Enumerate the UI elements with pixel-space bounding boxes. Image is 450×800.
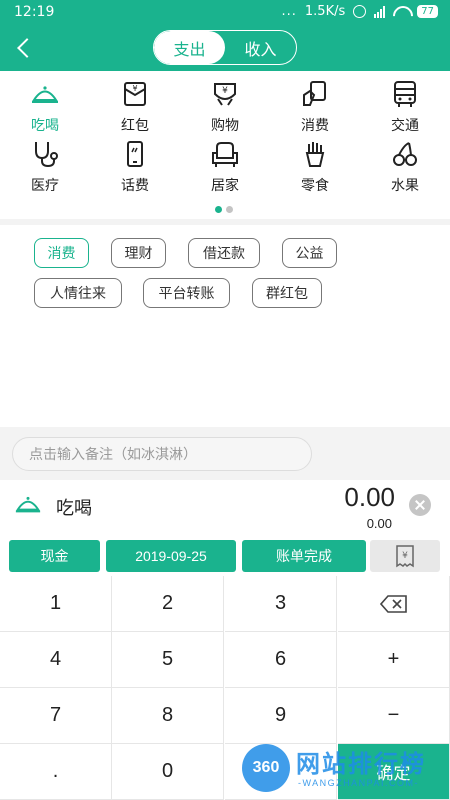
category-home[interactable]: 居家 [190, 133, 260, 194]
category-label: 医疗 [31, 178, 59, 194]
signal-icon [374, 5, 386, 18]
amount-subtotal: 0.00 [366, 516, 392, 531]
category-label: 消费 [301, 118, 329, 134]
category-label: 水果 [391, 178, 419, 194]
category-label: 购物 [211, 118, 239, 134]
app-header: 12:19 ... 1.5K/s 77 支出 收入 [0, 0, 450, 71]
dot-key[interactable]: . [0, 744, 112, 800]
tag-social-gifts[interactable]: 人情往来 [34, 278, 122, 308]
fries-icon [300, 139, 330, 169]
key-7[interactable]: 7 [0, 688, 112, 744]
category-label: 红包 [121, 118, 149, 134]
clear-amount-button[interactable] [409, 494, 431, 516]
tag-consumption[interactable]: 消费 [34, 238, 89, 268]
battery-icon: 77 [417, 5, 438, 18]
back-button[interactable] [12, 36, 36, 60]
alarm-icon [353, 5, 367, 18]
wifi-icon [393, 6, 409, 18]
note-input[interactable]: 点击输入备注（如冰淇淋） [12, 437, 312, 471]
date-button[interactable]: 2019-09-25 [106, 540, 236, 572]
bus-icon [390, 79, 420, 109]
page-dot [226, 206, 233, 213]
key-8[interactable]: 8 [112, 688, 224, 744]
backspace-key[interactable] [338, 576, 450, 632]
key-3[interactable]: 3 [225, 576, 337, 632]
category-food[interactable]: 吃喝 [10, 73, 80, 134]
tag-loan[interactable]: 借还款 [188, 238, 260, 268]
notification-dots: ... [281, 4, 297, 19]
amount-row: 吃喝 0.00 0.00 [0, 480, 450, 536]
red-packet-icon: ¥ [120, 79, 150, 109]
page-dot-active [215, 206, 222, 213]
receipt-icon: ¥ [396, 545, 414, 568]
food-cover-icon [14, 490, 42, 518]
category-phone-bill[interactable]: 话费 [100, 133, 170, 194]
status-bar: 12:19 ... 1.5K/s 77 [0, 0, 450, 26]
category-label: 居家 [211, 178, 239, 194]
shopping-bag-icon: ¥ [210, 79, 240, 109]
key-9[interactable]: 9 [225, 688, 337, 744]
category-label: 交通 [391, 118, 419, 134]
category-label: 吃喝 [31, 118, 59, 134]
tag-group-red-packet[interactable]: 群红包 [252, 278, 322, 308]
armchair-icon [210, 139, 240, 169]
backspace-icon [379, 594, 407, 613]
stethoscope-icon [30, 139, 60, 169]
empty-key [225, 744, 337, 800]
key-5[interactable]: 5 [112, 632, 224, 688]
key-6[interactable]: 6 [225, 632, 337, 688]
tab-income[interactable]: 收入 [225, 31, 296, 64]
svg-text:¥: ¥ [132, 84, 137, 93]
account-button[interactable]: 现金 [9, 540, 100, 572]
tab-expense[interactable]: 支出 [154, 31, 225, 64]
category-label: 零食 [301, 178, 329, 194]
cherries-icon [390, 139, 420, 169]
number-keypad: 1 2 3 4 5 6 + 7 8 9 − . 0 确定 [0, 576, 450, 800]
phone-icon [120, 139, 150, 169]
option-bar: 现金 2019-09-25 账单完成 ¥ [0, 536, 450, 578]
plus-key[interactable]: + [338, 632, 450, 688]
tag-charity[interactable]: 公益 [282, 238, 337, 268]
tag-finance[interactable]: 理财 [111, 238, 166, 268]
key-0[interactable]: 0 [112, 744, 224, 800]
key-2[interactable]: 2 [112, 576, 224, 632]
selected-category-label: 吃喝 [56, 498, 92, 519]
amount-value: 0.00 [344, 482, 395, 512]
category-shopping[interactable]: ¥ 购物 [190, 73, 260, 134]
type-segmented-control: 支出 收入 [153, 30, 297, 65]
category-consumption[interactable]: 消费 [280, 73, 350, 134]
receipt-button[interactable]: ¥ [370, 540, 440, 572]
svg-text:¥: ¥ [402, 551, 408, 561]
key-4[interactable]: 4 [0, 632, 112, 688]
category-fruit[interactable]: 水果 [370, 133, 440, 194]
food-cover-icon [30, 79, 60, 109]
tag-platform-transfer[interactable]: 平台转账 [143, 278, 230, 308]
svg-text:¥: ¥ [222, 86, 228, 96]
category-medical[interactable]: 医疗 [10, 133, 80, 194]
minus-key[interactable]: − [338, 688, 450, 744]
bill-done-button[interactable]: 账单完成 [242, 540, 366, 572]
category-red-packet[interactable]: ¥ 红包 [100, 73, 170, 134]
category-transport[interactable]: 交通 [370, 73, 440, 134]
tag-panel: 消费 理财 借还款 公益 人情往来 平台转账 群红包 [0, 225, 450, 427]
category-grid: 吃喝 ¥ 红包 ¥ 购物 消费 交通 医疗 话费 居家 零食 水果 [0, 71, 450, 219]
status-icons: ... 1.5K/s 77 [281, 4, 438, 19]
page-indicator [215, 206, 233, 213]
card-swipe-icon [300, 79, 330, 109]
status-time: 12:19 [14, 4, 55, 20]
category-snacks[interactable]: 零食 [280, 133, 350, 194]
net-speed: 1.5K/s [304, 4, 346, 19]
confirm-button[interactable]: 确定 [338, 744, 450, 800]
category-label: 话费 [121, 178, 149, 194]
key-1[interactable]: 1 [0, 576, 112, 632]
